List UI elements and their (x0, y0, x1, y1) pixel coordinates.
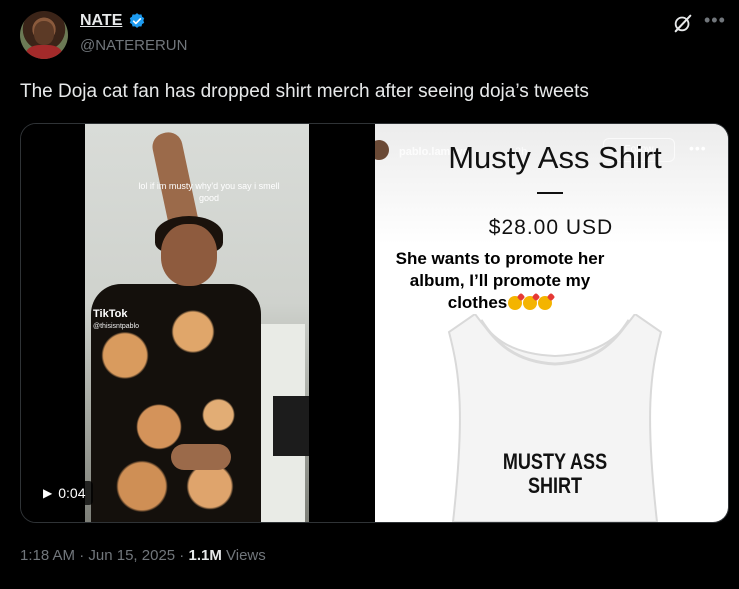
views-count: 1.1M (188, 547, 222, 564)
tiktok-watermark: TikTok (93, 308, 128, 320)
shirt-print-line1: MUSTY ASS (502, 449, 608, 474)
product-title: Musty Ass Shirt (448, 140, 662, 175)
product-image[interactable]: pablo.lamayo 2h Follow ••• Musty Ass Shi… (375, 124, 728, 522)
video-player[interactable]: lol if im musty why'd you say i smell go… (21, 124, 375, 522)
grok-icon[interactable] (672, 12, 694, 34)
tweet-text: The Doja cat fan has dropped shirt merch… (20, 81, 589, 102)
meta-separator: · (175, 547, 189, 564)
more-icon[interactable]: ••• (704, 10, 726, 31)
shirt-print-text: MUSTY ASS SHIRT (489, 450, 620, 498)
kiss-emoji-icon (508, 296, 523, 310)
meta-separator: · (75, 547, 89, 564)
product-price: $28.00 USD (488, 216, 614, 239)
author-name[interactable]: NATE (80, 12, 122, 30)
shirt-print-line2: SHIRT (527, 473, 583, 498)
verified-badge-icon (130, 13, 145, 28)
avatar-shirt (26, 45, 62, 59)
background-tv (273, 396, 309, 456)
tiktok-handle: @thisisntpablo (93, 323, 140, 330)
person-head (161, 224, 217, 286)
title-divider (537, 192, 563, 194)
kiss-emoji-icon (538, 296, 553, 310)
video-caption: lol if im musty why'd you say i smell go… (138, 181, 280, 203)
avatar-face (34, 21, 54, 45)
views-label: Views (221, 547, 266, 564)
media-container: lol if im musty why'd you say i smell go… (20, 123, 729, 523)
author-avatar[interactable] (20, 11, 68, 59)
tweet-meta: 1:18 AM · Jun 15, 2025 · 1.1M Views (20, 547, 266, 564)
tweet-time[interactable]: 1:18 AM (20, 547, 75, 564)
video-duration-badge[interactable]: ▶ 0:04 (35, 481, 94, 505)
tweet-date[interactable]: Jun 15, 2025 (88, 547, 175, 564)
video-duration: 0:04 (58, 485, 86, 501)
author-handle[interactable]: @NATERERUN (80, 37, 187, 54)
promo-text-body: She wants to promote her album, I’ll pro… (395, 249, 605, 312)
play-icon[interactable]: ▶ (43, 486, 52, 500)
author-name-row: NATE (80, 12, 146, 30)
kiss-emoji-icon (523, 296, 538, 310)
promo-text: She wants to promote her album, I’ll pro… (387, 248, 613, 314)
video-frame[interactable]: lol if im musty why'd you say i smell go… (85, 124, 309, 522)
person-hand (171, 444, 231, 470)
